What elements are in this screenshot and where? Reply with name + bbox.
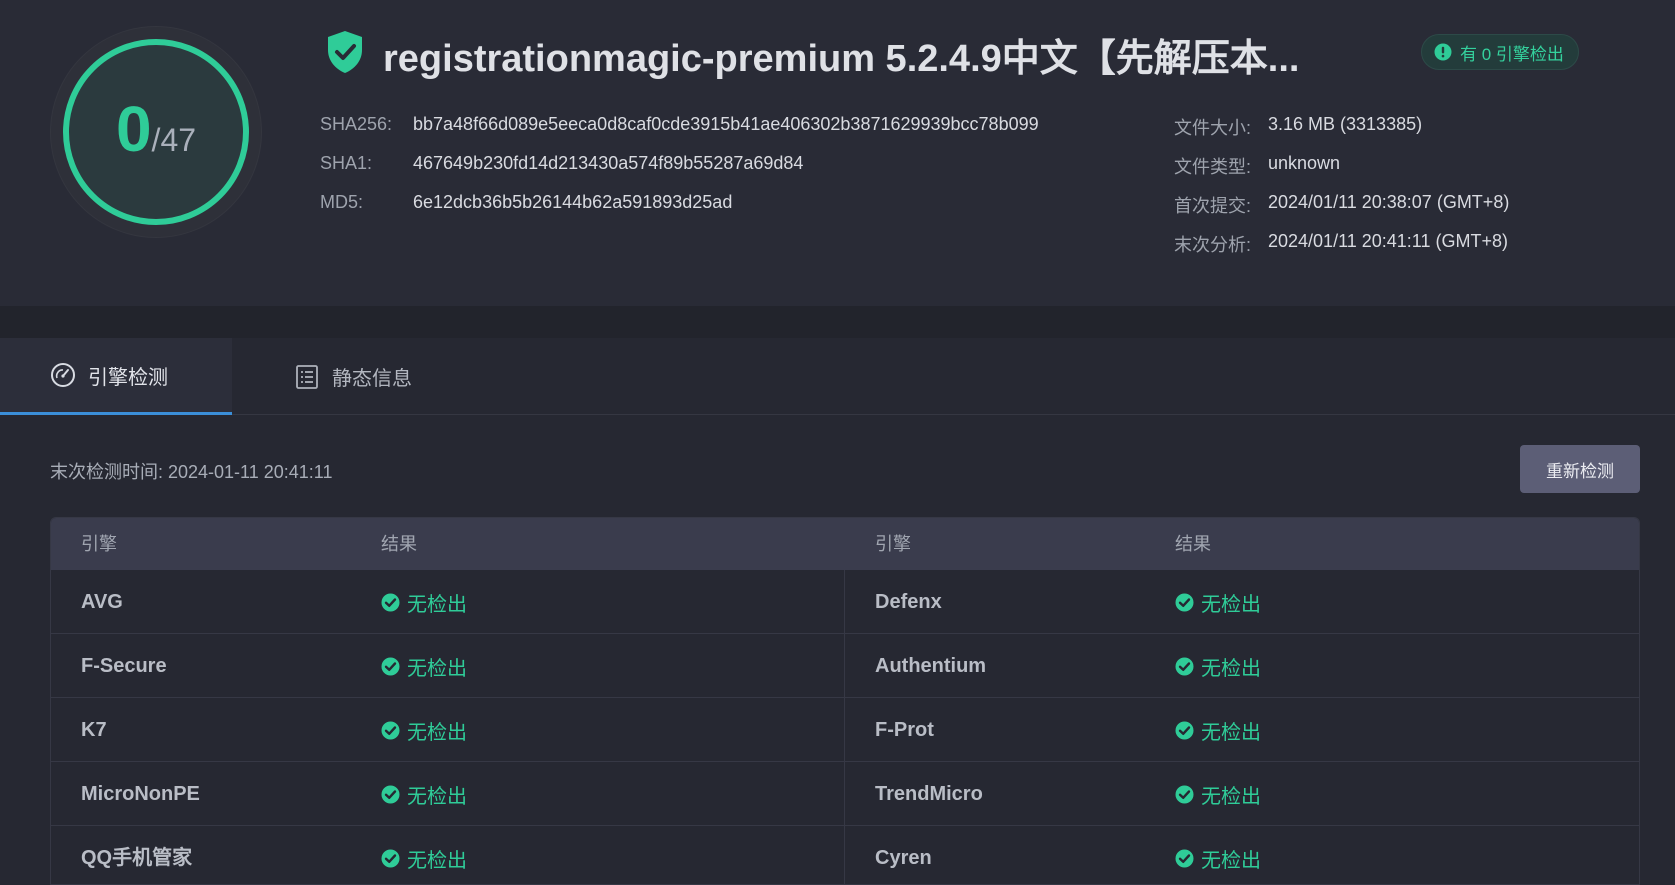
engine-name: Authentium [875, 655, 987, 677]
badge-label: 有 0 引擎检出 [1460, 44, 1564, 64]
engine-result: 无检出 [1175, 570, 1261, 634]
check-circle-icon [381, 657, 400, 675]
table-row: F-Secure 无检出 Authentium 无检出 [51, 634, 1639, 698]
result-label: 无检出 [1201, 721, 1261, 744]
detection-score-ring: 0 /47 [63, 39, 249, 225]
engine-result: 无检出 [381, 826, 467, 884]
engine-result: 无检出 [1175, 762, 1261, 826]
rescan-button[interactable]: 重新检测 [1520, 445, 1640, 493]
engine-name: Cyren [875, 847, 932, 869]
md5-label: MD5: [320, 192, 364, 212]
sha1-value: 467649b230fd14d213430a574f89b55287a69d84 [413, 153, 804, 173]
check-circle-icon [1175, 593, 1194, 611]
file-title: registrationmagic-premium 5.2.4.9中文【先解压本… [383, 38, 1300, 80]
file-size-value: 3.16 MB (3313385) [1268, 114, 1423, 134]
file-summary-header: 0 /47 registrationmagic-premium 5.2.4.9中… [0, 0, 1675, 306]
engine-name: K7 [81, 719, 107, 741]
shield-check-icon [328, 31, 362, 73]
file-type-label: 文件类型: [1174, 157, 1252, 177]
table-row: AVG 无检出 Defenx 无检出 [51, 570, 1639, 634]
section-divider-band [0, 306, 1675, 338]
gauge-icon [51, 363, 75, 387]
header-result-left: 结果 [381, 534, 417, 554]
engine-name: F-Secure [81, 655, 167, 677]
tab-static-info[interactable]: 静态信息 [294, 338, 412, 415]
result-label: 无检出 [407, 657, 467, 680]
result-label: 无检出 [407, 593, 467, 616]
header-result-right: 结果 [1175, 534, 1211, 554]
engine-name: MicroNonPE [81, 783, 200, 805]
sha1-label: SHA1: [320, 153, 373, 173]
check-circle-icon [1175, 849, 1194, 867]
engine-result: 无检出 [381, 698, 467, 762]
engine-result: 无检出 [1175, 826, 1261, 884]
md5-value: 6e12dcb36b5b26144b62a591893d25ad [413, 192, 733, 212]
tab-engine-detection[interactable]: 引擎检测 [0, 338, 232, 415]
sha256-row: SHA256: bb7a48f66d089e5eeca0d8caf0cde391… [320, 114, 1039, 135]
engine-name: F-Prot [875, 719, 934, 741]
file-size-label: 文件大小: [1174, 118, 1252, 138]
check-circle-icon [381, 785, 400, 803]
engine-name: Defenx [875, 591, 942, 613]
check-circle-icon [1175, 785, 1194, 803]
md5-row: MD5: 6e12dcb36b5b26144b62a591893d25ad [320, 192, 732, 213]
sha256-label: SHA256: [320, 114, 393, 134]
detection-status-badge: 有 0 引擎检出 [1421, 34, 1579, 70]
result-label: 无检出 [1201, 593, 1261, 616]
engine-name: QQ手机管家 [81, 847, 193, 869]
file-type-value: unknown [1268, 153, 1341, 173]
header-engine-right: 引擎 [875, 534, 911, 554]
first-submit-row: 首次提交: 2024/01/11 20:38:07 (GMT+8) [1174, 192, 1509, 218]
engine-name: TrendMicro [875, 783, 983, 805]
tab-bar: 引擎检测 静态信息 [0, 338, 1675, 415]
sha1-row: SHA1: 467649b230fd14d213430a574f89b55287… [320, 153, 803, 174]
list-icon [296, 364, 318, 389]
check-circle-icon [381, 593, 400, 611]
file-size-row: 文件大小: 3.16 MB (3313385) [1174, 114, 1422, 140]
check-circle-icon [381, 721, 400, 739]
table-row: K7 无检出 F-Prot 无检出 [51, 698, 1639, 762]
last-scan-time: 末次检测时间: 2024-01-11 20:41:11 [50, 462, 333, 482]
table-row: MicroNonPE 无检出 TrendMicro 无检出 [51, 762, 1639, 826]
check-circle-icon [381, 849, 400, 867]
tab-static-info-label: 静态信息 [332, 368, 412, 390]
check-circle-icon [1175, 721, 1194, 739]
engine-result: 无检出 [381, 570, 467, 634]
result-label: 无检出 [1201, 657, 1261, 680]
engine-result: 无检出 [381, 634, 467, 698]
table-header: 引擎 结果 引擎 结果 [51, 518, 1639, 570]
detected-count: 0 [115, 93, 152, 165]
result-label: 无检出 [1201, 849, 1261, 872]
alert-circle-icon [1434, 43, 1452, 61]
last-analysis-row: 末次分析: 2024/01/11 20:41:11 (GMT+8) [1174, 231, 1508, 257]
engine-result: 无检出 [1175, 634, 1261, 698]
result-label: 无检出 [1201, 785, 1261, 808]
result-label: 无检出 [407, 849, 467, 872]
last-analysis-value: 2024/01/11 20:41:11 (GMT+8) [1268, 231, 1508, 251]
engine-result: 无检出 [1175, 698, 1261, 762]
check-circle-icon [1175, 657, 1194, 675]
header-engine-left: 引擎 [81, 534, 117, 554]
engine-name: AVG [81, 591, 123, 613]
first-submit-value: 2024/01/11 20:38:07 (GMT+8) [1268, 192, 1510, 212]
last-analysis-label: 末次分析: [1174, 235, 1252, 255]
tab-engine-detection-label: 引擎检测 [88, 366, 168, 389]
total-engines: /47 [151, 122, 197, 158]
table-row: QQ手机管家 无检出 Cyren 无检出 [51, 826, 1639, 884]
result-label: 无检出 [407, 721, 467, 744]
engine-results-table: 引擎 结果 引擎 结果 AVG 无检出 Defenx 无检出 F-Secure … [50, 517, 1640, 885]
first-submit-label: 首次提交: [1174, 196, 1252, 216]
result-label: 无检出 [407, 785, 467, 808]
file-type-row: 文件类型: unknown [1174, 153, 1340, 179]
engine-result: 无检出 [381, 762, 467, 826]
sha256-value: bb7a48f66d089e5eeca0d8caf0cde3915b41ae40… [413, 114, 1039, 134]
detection-score: 0 /47 [69, 45, 243, 219]
